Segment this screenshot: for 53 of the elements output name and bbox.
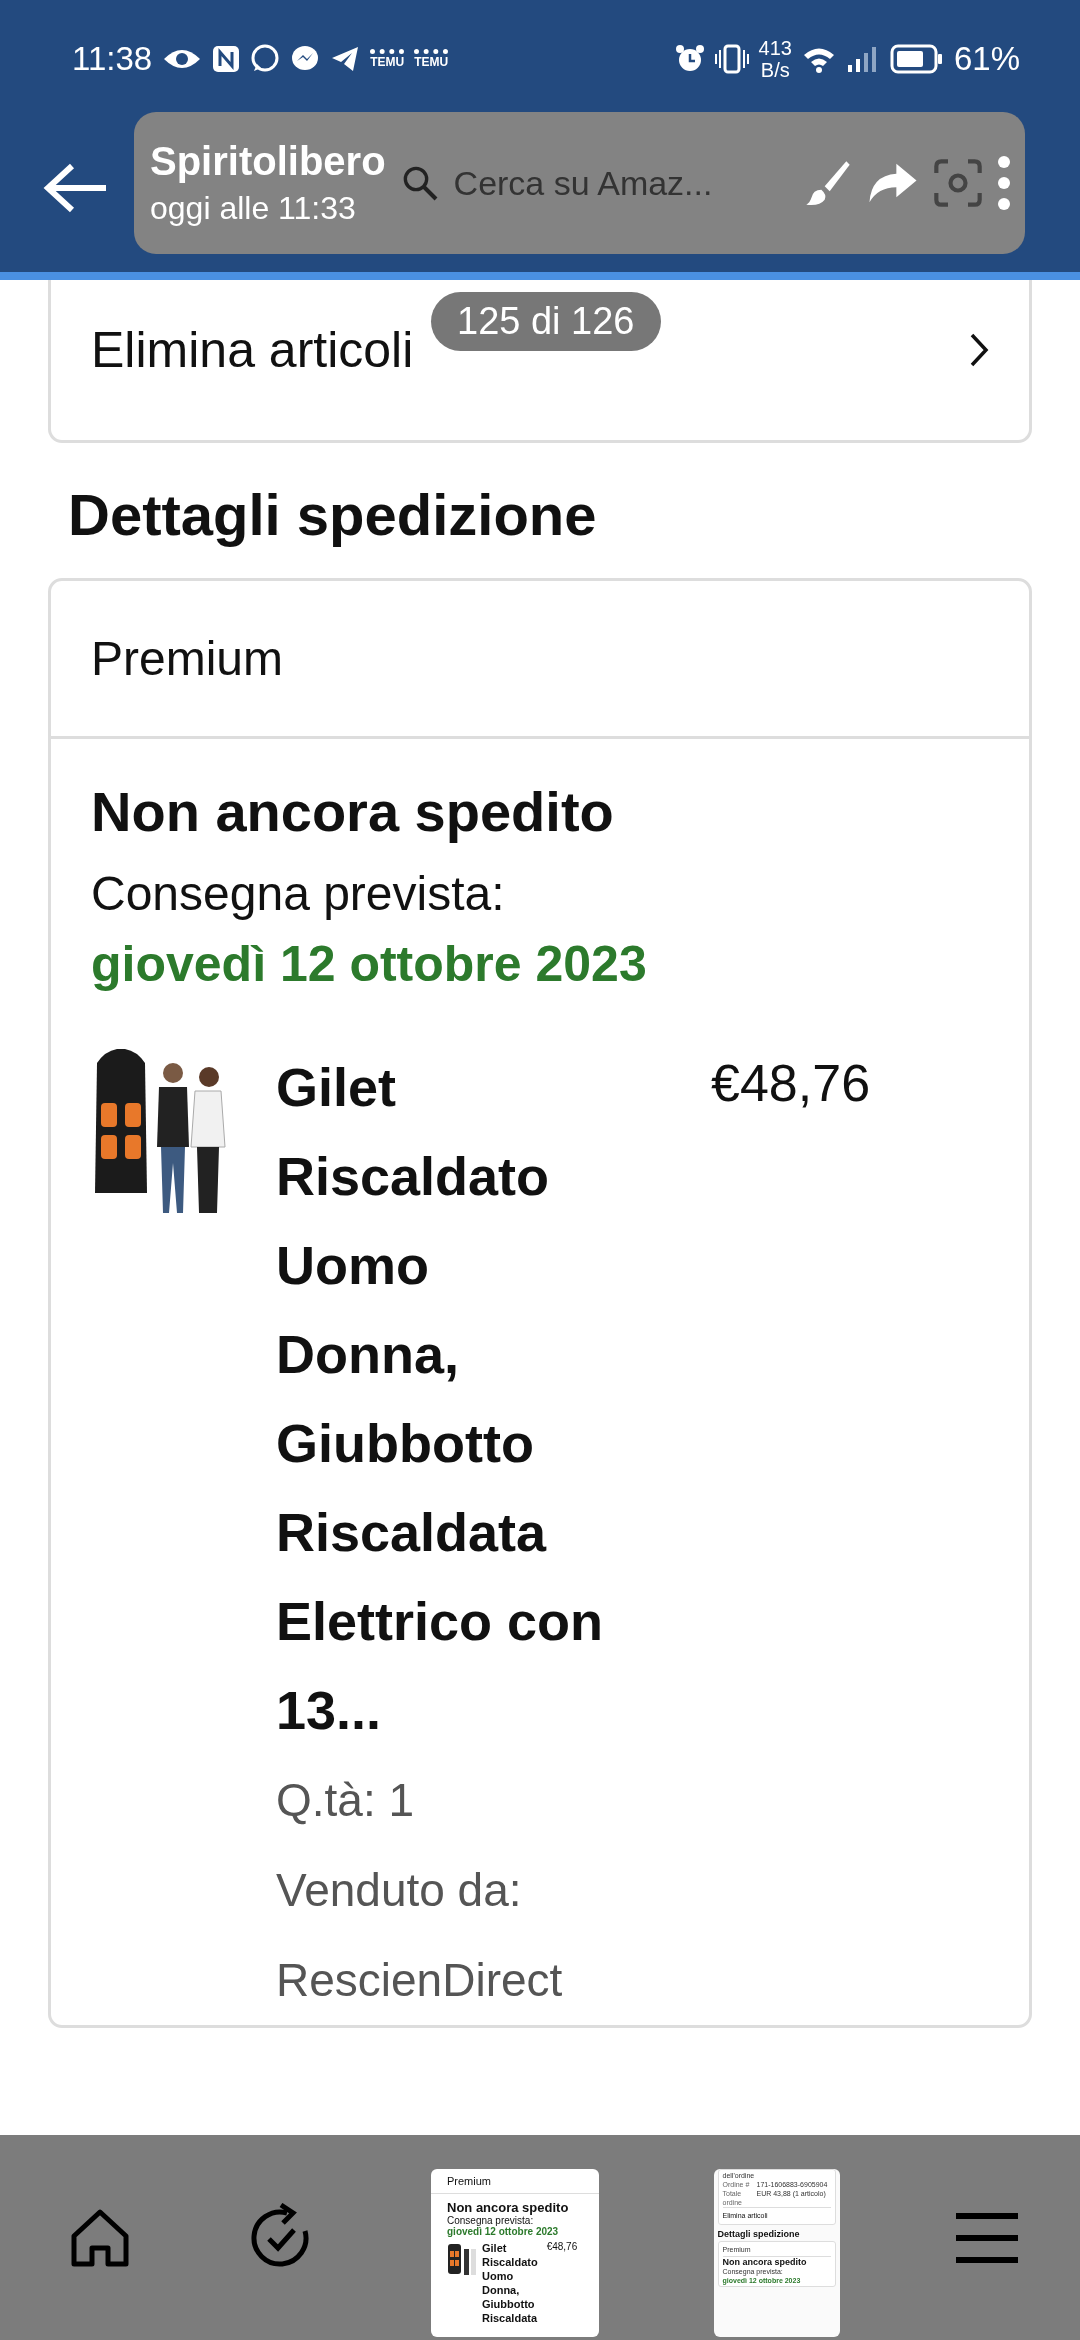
alarm-icon [674, 44, 705, 74]
search-placeholder: Cerca su Amaz... [453, 163, 714, 203]
thumbnail-text: Donna, [482, 2282, 521, 2297]
product-title-line[interactable]: Donna, [276, 1310, 666, 1399]
camera-scan-icon[interactable] [933, 158, 983, 208]
product-title-line[interactable]: Uomo [276, 1221, 666, 1310]
sender-name: Spiritolibero [150, 138, 386, 185]
product-title-line[interactable]: Giubbotto [276, 1399, 666, 1488]
thumbnail-text: Premium [431, 2168, 599, 2194]
image-counter: 125 di 126 [431, 292, 661, 351]
chevron-right-icon [969, 332, 989, 368]
product-title-line[interactable]: Gilet [276, 1043, 666, 1132]
price: €48,76 [711, 1053, 871, 1113]
chat-bubble-icon [250, 44, 281, 74]
product-title-line[interactable]: Riscaldato [276, 1132, 666, 1221]
seller-label: Venduto da: [276, 1863, 523, 1918]
product-title-line[interactable]: 13... [276, 1666, 666, 1755]
thumbnail-text: Riscaldato [482, 2254, 538, 2269]
vibrate-icon [714, 44, 749, 74]
thumbnail-text: Gilet [482, 2240, 508, 2255]
network-speed-unit: B/s [760, 59, 790, 81]
thumbnail-text: €48,76 [546, 2240, 578, 2254]
thumbnail-text: Non ancora spedito [447, 2199, 570, 2215]
battery-percent: 61% [953, 40, 1020, 78]
thumbnail-text: Uomo [482, 2268, 515, 2283]
thumbnail-text: Riscaldata [482, 2310, 538, 2325]
share-icon[interactable] [867, 162, 919, 204]
thumbnail-text: Consegna prevista: [447, 2214, 534, 2226]
thumbnail-text: giovedì 12 ottobre 2023 [447, 2225, 560, 2237]
sent-time: oggi alle 11:33 [150, 189, 357, 228]
paper-plane-icon [330, 44, 361, 74]
thumbnail-text: Non ancora spedito [722, 2256, 808, 2267]
delete-items-link[interactable]: Elimina articoli [91, 321, 414, 379]
seller-name: RescienDirect [276, 1953, 564, 2008]
delivery-date: giovedì 12 ottobre 2023 [91, 935, 648, 993]
section-title: Dettagli spedizione [68, 481, 598, 548]
battery-icon [889, 44, 944, 74]
thumbnail[interactable]: Premium Non ancora spedito Consegna prevista: giovedì 12 ottobre 2023 Gilet Riscaldato Uomo Donna, Giubbotto Riscaldata €48,76 [431, 2168, 599, 2337]
product-title-line[interactable]: Elettrico con [276, 1577, 666, 1666]
quantity: Q.tà: 1 [276, 1773, 416, 1828]
clock: 11:38 [72, 40, 153, 78]
thumbnail-text: Dettagli spedizione [717, 2228, 801, 2239]
shipping-method: Premium [51, 581, 1029, 739]
delivery-label: Consegna prevista: [91, 866, 506, 921]
network-speed: 413 [758, 37, 792, 59]
app-notification-label: TEMU [414, 49, 449, 69]
more-options-icon[interactable] [997, 155, 1011, 211]
product-title-line[interactable]: Riscaldata [276, 1488, 666, 1577]
nfc-icon [212, 45, 241, 73]
thumbnail-text: Giubbotto [482, 2296, 536, 2311]
app-notification-label: TEMU [370, 49, 405, 69]
shipment-status: Non ancora spedito [91, 779, 615, 844]
search-field[interactable]: Spiritolibero oggi alle 11:33 Cerca su Amaz... [134, 112, 1025, 254]
